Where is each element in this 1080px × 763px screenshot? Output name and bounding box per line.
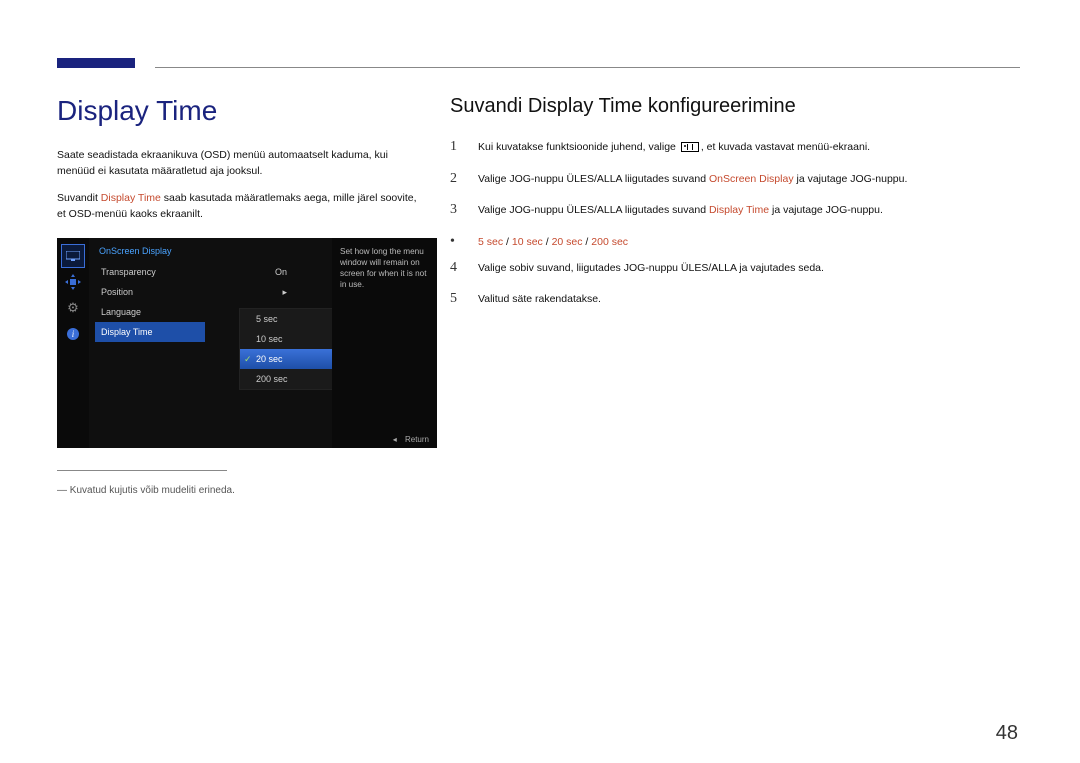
right-column: Suvandi Display Time konﬁgureerimine 1 K… [450, 95, 1020, 320]
gear-icon: ⚙ [61, 296, 85, 320]
step-keyword: OnScreen Display [709, 173, 794, 185]
footnote: ― Kuvatud kujutis võib mudeliti erineda. [57, 485, 427, 496]
step-text: Valige JOG-nuppu ÜLES/ALLA liigutades su… [478, 171, 907, 187]
step-number: 3 [450, 199, 462, 221]
step-text: Valige sobiv suvand, liigutades JOG-nupp… [478, 260, 824, 276]
footnote-dash: ― [57, 485, 67, 496]
step-keyword: Display Time [709, 204, 769, 216]
guide-menu-icon [681, 142, 699, 152]
step-text: Kui kuvatakse funktsioonide juhend, vali… [478, 139, 870, 155]
page-title: Display Time [57, 95, 427, 127]
opt-10: 10 sec [512, 236, 543, 248]
info-icon: i [61, 322, 85, 346]
sep: / [543, 236, 552, 248]
steps-list: 1 Kui kuvatakse funktsioonide juhend, va… [450, 136, 1020, 310]
position-icon [61, 270, 85, 294]
step-5: 5 Valitud säte rakendatakse. [450, 288, 1020, 310]
section-title: Suvandi Display Time konﬁgureerimine [450, 95, 1020, 118]
sep: / [503, 236, 512, 248]
opt-5: 5 sec [478, 236, 503, 248]
osd-item-label: Transparency [101, 267, 156, 277]
step-pre: Valige JOG-nuppu ÜLES/ALLA liigutades su… [478, 204, 709, 216]
step-text: Valige JOG-nuppu ÜLES/ALLA liigutades su… [478, 202, 883, 218]
step-3: 3 Valige JOG-nuppu ÜLES/ALLA liigutades … [450, 199, 1020, 221]
step-number: 5 [450, 288, 462, 310]
step-2: 2 Valige JOG-nuppu ÜLES/ALLA liigutades … [450, 168, 1020, 190]
step-text: Valitud säte rakendatakse. [478, 291, 601, 307]
header-rule [155, 67, 1020, 68]
step-number: 2 [450, 168, 462, 190]
opt-20: 20 sec [552, 236, 583, 248]
display-icon [61, 244, 85, 268]
intro-para-1: Saate seadistada ekraanikuva (OSD) menüü… [57, 147, 427, 180]
osd-screenshot: ⚙ i OnScreen Display Transparency On Pos… [57, 238, 437, 448]
opt-200: 200 sec [591, 236, 628, 248]
step-post: ja vajutage JOG-nuppu. [794, 173, 908, 185]
step-options-note: • 5 sec / 10 sec / 20 sec / 200 sec [450, 231, 1020, 253]
left-column: Display Time Saate seadistada ekraanikuv… [57, 95, 427, 496]
osd-item-label: Display Time [101, 327, 153, 337]
step-post: ja vajutage JOG-nuppu. [769, 204, 883, 216]
p2-keyword: Display Time [101, 192, 161, 204]
step-number: 1 [450, 136, 462, 158]
intro-para-2: Suvandit Display Time saab kasutada määr… [57, 190, 427, 223]
step-number: 4 [450, 257, 462, 279]
osd-item-label: Language [101, 307, 141, 317]
osd-item-transparency: Transparency On [89, 262, 299, 282]
page-number: 48 [996, 722, 1018, 745]
osd-sidebar: ⚙ i [57, 238, 89, 448]
osd-help-text: Set how long the menu window will remain… [332, 238, 437, 448]
step-1: 1 Kui kuvatakse funktsioonide juhend, va… [450, 136, 1020, 158]
back-arrow-icon: ◂ [393, 435, 397, 444]
step-post: , et kuvada vastavat menüü-ekraani. [701, 141, 870, 153]
footnote-text: Kuvatud kujutis võib mudeliti erineda. [70, 485, 235, 496]
osd-item-value: ▸ [282, 287, 287, 298]
sep: / [583, 236, 592, 248]
options-text: 5 sec / 10 sec / 20 sec / 200 sec [478, 234, 628, 250]
osd-item-value: On [275, 267, 287, 277]
step-pre: Kui kuvatakse funktsioonide juhend, vali… [478, 141, 679, 153]
step-4: 4 Valige sobiv suvand, liigutades JOG-nu… [450, 257, 1020, 279]
osd-footer: ◂ Return [387, 435, 429, 444]
osd-item-label: Position [101, 287, 133, 297]
footnote-rule [57, 470, 227, 471]
chapter-color-bar [57, 58, 135, 68]
step-pre: Valige JOG-nuppu ÜLES/ALLA liigutades su… [478, 173, 709, 185]
osd-return-label: Return [405, 435, 429, 444]
osd-item-display-time: Display Time [95, 322, 205, 342]
osd-item-position: Position ▸ [89, 282, 299, 302]
note-icon: • [450, 231, 462, 253]
osd-main: OnScreen Display Transparency On Positio… [89, 238, 437, 448]
p2-pre: Suvandit [57, 192, 101, 204]
